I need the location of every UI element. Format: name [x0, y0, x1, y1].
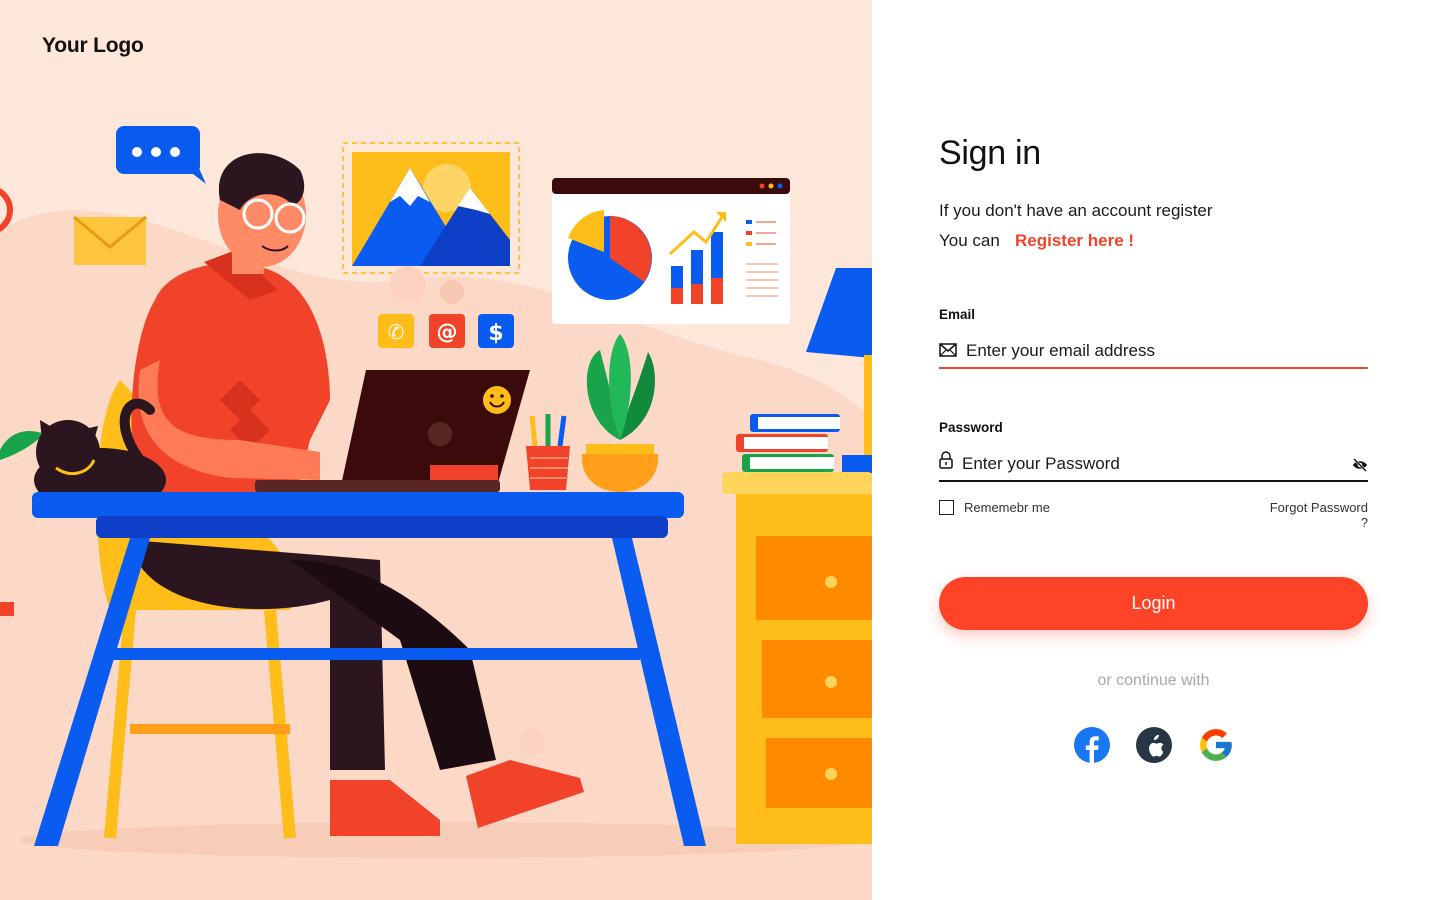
password-field-wrapper — [939, 450, 1368, 482]
dollar-icon: $ — [478, 314, 514, 348]
email-label: Email — [939, 307, 976, 322]
password-input[interactable] — [962, 450, 1332, 478]
page-title: Sign in — [939, 134, 1041, 172]
picture-frame-icon — [342, 142, 520, 274]
register-link[interactable]: Register here ! — [1015, 231, 1134, 251]
chair-decor — [0, 602, 14, 616]
apple-icon — [1136, 727, 1172, 763]
workspace-illustration: ✆ @ $ — [0, 126, 872, 900]
svg-text:✆: ✆ — [388, 320, 405, 344]
remember-me-checkbox[interactable] — [939, 500, 954, 515]
bubble-decor — [440, 280, 464, 304]
google-icon — [1200, 729, 1232, 761]
illustration-panel: Your Logo ✆ @ $ — [0, 0, 872, 900]
google-login-button[interactable] — [1197, 726, 1235, 764]
at-sign-icon: @ — [429, 314, 465, 348]
remember-me-option[interactable]: Rememebr me — [939, 500, 1050, 515]
bubble-decor — [519, 729, 545, 755]
dashboard-chart-card — [552, 178, 790, 324]
remember-me-label: Rememebr me — [964, 500, 1050, 515]
red-ring-decor — [0, 188, 13, 232]
phone-icon: ✆ — [378, 314, 414, 348]
email-field-wrapper — [939, 337, 1368, 369]
hide-password-icon[interactable] — [1352, 458, 1368, 477]
signin-subtitle-prefix: You can — [939, 231, 1000, 250]
bubble-decor — [390, 266, 426, 302]
svg-text:@: @ — [437, 320, 458, 344]
lock-icon — [939, 451, 953, 474]
envelope-icon — [73, 215, 147, 265]
signin-subtitle: If you don't have an account register — [939, 201, 1213, 220]
book-stack — [736, 414, 840, 472]
login-button[interactable]: Login — [939, 577, 1368, 630]
pencil-cup — [526, 414, 570, 490]
apple-login-button[interactable] — [1135, 726, 1173, 764]
facebook-login-button[interactable] — [1073, 726, 1111, 764]
facebook-icon — [1074, 727, 1110, 763]
chat-bubble-icon — [116, 126, 206, 184]
password-label: Password — [939, 420, 1003, 435]
drawer-cabinet — [722, 472, 872, 844]
svg-text:$: $ — [488, 321, 503, 346]
forgot-password-link[interactable]: Forgot Password ? — [1260, 500, 1368, 530]
signin-panel: Sign in If you don't have an account reg… — [872, 0, 1440, 900]
mail-icon — [939, 343, 957, 362]
continue-with-text: or continue with — [1097, 672, 1210, 689]
email-input[interactable] — [966, 337, 1336, 365]
